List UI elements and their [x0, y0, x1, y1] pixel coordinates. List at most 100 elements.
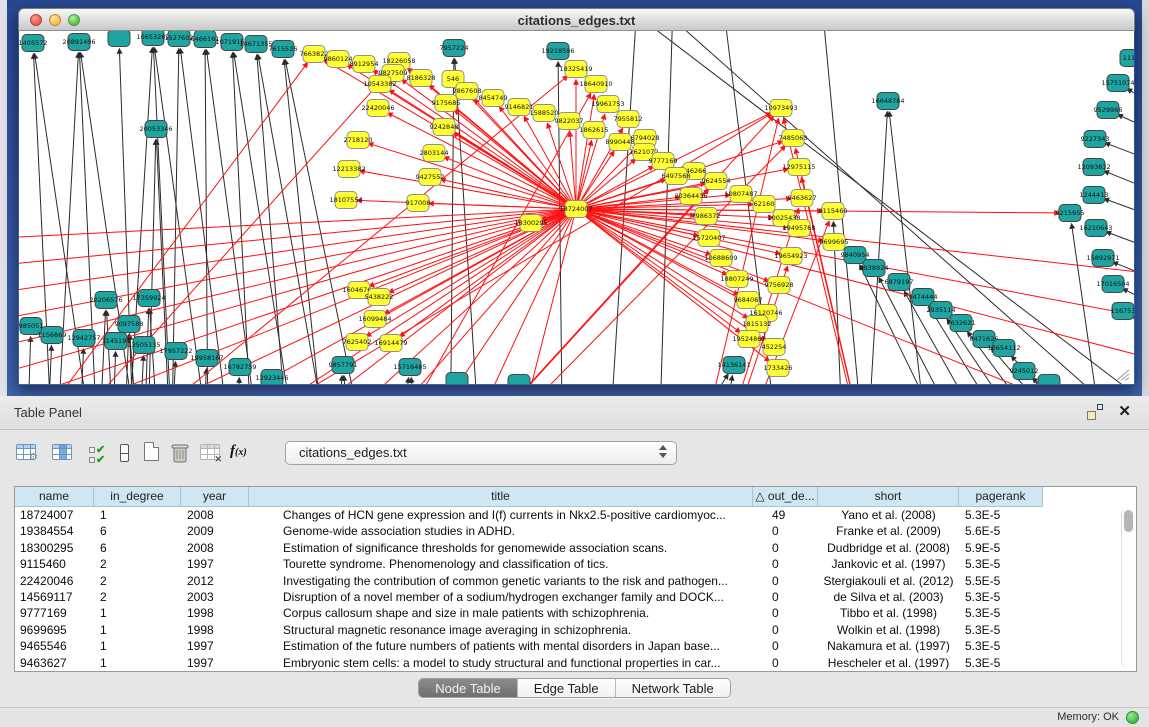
graph-node-yellow[interactable]: 18107554 [329, 192, 362, 209]
delete-icon[interactable] [170, 442, 196, 466]
graph-node-teal[interactable]: 6879197 [885, 274, 914, 291]
cell-out_de[interactable]: 0 [753, 638, 818, 654]
graph-node-teal[interactable]: 17957222 [159, 343, 192, 360]
cell-pagerank[interactable]: 5.6E-5 [959, 523, 1043, 539]
row-height-icon[interactable] [120, 444, 146, 468]
cell-pagerank[interactable]: 5.3E-5 [959, 638, 1043, 654]
graph-node-yellow[interactable]: 5438222 [365, 289, 394, 306]
cell-name[interactable]: 18724007 [15, 507, 94, 523]
graph-node-yellow[interactable]: 7625402 [343, 334, 372, 351]
cell-pagerank[interactable]: 5.5E-5 [959, 573, 1043, 589]
cell-in_degree[interactable]: 2 [94, 573, 181, 589]
tab-network-table[interactable]: Network Table [616, 679, 730, 697]
graph-node-yellow[interactable]: 16914479 [374, 335, 407, 352]
graph-node-teal[interactable]: 9215955 [1056, 205, 1085, 222]
graph-node-teal[interactable]: 7615526 [269, 41, 298, 58]
cell-name[interactable]: 22420046 [15, 573, 94, 589]
cell-title[interactable]: Genome-wide association studies in ADHD. [249, 523, 753, 539]
graph-node-yellow[interactable]: 8454749 [479, 90, 508, 107]
table-row[interactable]: 1456911722003Disruption of a novel membe… [15, 589, 1136, 605]
graph-node-yellow[interactable]: 18325419 [559, 61, 592, 78]
graph-node-yellow[interactable]: 19524861 [732, 331, 765, 348]
cell-out_de[interactable]: 0 [753, 655, 818, 671]
cell-out_de[interactable]: 0 [753, 523, 818, 539]
table-selector-dropdown[interactable]: citations_edges.txt [285, 441, 677, 465]
cell-year[interactable]: 2012 [181, 573, 249, 589]
graph-node-yellow[interactable]: 19961753 [591, 96, 624, 113]
column-header-name[interactable]: name [15, 487, 94, 507]
cell-out_de[interactable]: 0 [753, 573, 818, 589]
cell-name[interactable]: 9115460 [15, 556, 94, 572]
cell-pagerank[interactable]: 5.3E-5 [959, 589, 1043, 605]
graph-node-yellow[interactable]: 12213382 [332, 161, 365, 178]
cell-in_degree[interactable]: 6 [94, 540, 181, 556]
cell-name[interactable]: 9465546 [15, 638, 94, 654]
graph-node-yellow[interactable]: 9699695 [820, 234, 849, 251]
graph-node-yellow[interactable]: 1862615 [580, 122, 609, 139]
graph-node-teal[interactable]: 8938924 [860, 260, 889, 277]
network-canvas[interactable]: 1872400718300295766382298601248912954182… [19, 31, 1134, 384]
cell-title[interactable]: Estimation of the future numbers of pati… [249, 638, 753, 654]
cell-short[interactable]: Wolkin et al. (1998) [818, 622, 959, 638]
column-header-pagerank[interactable]: pagerank [959, 487, 1043, 507]
graph-node-teal[interactable]: 1244413 [1080, 187, 1109, 204]
graph-node-teal[interactable]: 9529966 [1094, 102, 1123, 119]
new-file-icon[interactable] [144, 442, 170, 466]
graph-node-yellow[interactable]: 9242848 [430, 119, 459, 136]
graph-node-teal[interactable]: 16648784 [871, 93, 904, 110]
column-header-short[interactable]: short [818, 487, 959, 507]
cell-year[interactable]: 2008 [181, 540, 249, 556]
cell-pagerank[interactable]: 5.3E-5 [959, 655, 1043, 671]
cell-out_de[interactable]: 49 [753, 507, 818, 523]
graph-node-yellow[interactable]: 20364436 [674, 188, 707, 205]
graph-node-yellow[interactable]: 1815132 [743, 316, 772, 333]
graph-node-teal[interactable]: 12093832 [1077, 159, 1110, 176]
cell-title[interactable]: Tourette syndrome. Phenomenology and cla… [249, 556, 753, 572]
canvas-resize-grip[interactable] [1115, 368, 1131, 381]
table-row[interactable]: 1830029562008Estimation of significance … [15, 540, 1136, 556]
function-icon[interactable]: f(x) [230, 443, 256, 467]
close-panel-icon[interactable]: ✕ [1118, 402, 1131, 420]
citation-network-graph[interactable]: 1872400718300295766382298601248912954182… [19, 31, 1134, 384]
cell-short[interactable]: Yano et al. (2008) [818, 507, 959, 523]
cell-in_degree[interactable]: 1 [94, 622, 181, 638]
table-settings-icon[interactable]: ⚙ [16, 444, 42, 468]
graph-node-teal[interactable] [108, 31, 130, 47]
graph-node-yellow[interactable]: 2803144 [420, 145, 449, 162]
column-header-in_degree[interactable]: in_degree [94, 487, 181, 507]
float-panel-icon[interactable] [1087, 404, 1103, 420]
column-header-year[interactable]: year [181, 487, 249, 507]
column-header-title[interactable]: title [249, 487, 753, 507]
cell-in_degree[interactable]: 6 [94, 523, 181, 539]
cell-title[interactable]: Corpus callosum shape and size in male p… [249, 605, 753, 621]
graph-node-yellow[interactable]: 7485063 [779, 130, 808, 147]
cell-short[interactable]: Jankovic et al. (1997) [818, 556, 959, 572]
cell-name[interactable]: 9699695 [15, 622, 94, 638]
graph-node-yellow[interactable]: 62160 [753, 196, 775, 213]
cell-name[interactable]: 18300295 [15, 540, 94, 556]
cell-name[interactable]: 9777169 [15, 605, 94, 621]
table-row[interactable]: 946362711997Embryonic stem cells: a mode… [15, 655, 1136, 671]
graph-node-yellow[interactable]: 9860124 [324, 51, 353, 68]
graph-node-teal[interactable]: 15892971 [1086, 250, 1119, 267]
cell-title[interactable]: Disruption of a novel member of a sodium… [249, 589, 753, 605]
cell-name[interactable]: 14569117 [15, 589, 94, 605]
graph-node-teal[interactable]: 9245012 [1010, 363, 1039, 380]
column-header-out_de[interactable]: △ out_de... [753, 487, 818, 507]
cell-short[interactable]: Hescheler et al. (1997) [818, 655, 959, 671]
graph-node-teal[interactable]: 1156869 [38, 327, 67, 344]
scrollbar-thumb[interactable] [1124, 510, 1133, 532]
graph-node-yellow[interactable]: 8186328 [407, 70, 436, 87]
table-row[interactable]: 946554611997Estimation of the future num… [15, 638, 1136, 654]
graph-node-yellow[interactable]: 6497568 [662, 168, 691, 185]
graph-node-yellow[interactable]: 12975115 [782, 159, 815, 176]
select-column-icon[interactable] [52, 444, 78, 468]
cell-title[interactable]: Estimation of significance thresholds fo… [249, 540, 753, 556]
graph-node-yellow[interactable]: 452254 [762, 339, 787, 356]
cell-in_degree[interactable]: 1 [94, 655, 181, 671]
memory-status-icon[interactable] [1126, 711, 1139, 724]
graph-node-yellow[interactable]: 1733426 [764, 360, 793, 377]
graph-node-teal[interactable]: 12942757 [67, 330, 100, 347]
table-row[interactable]: 1872400712008Changes of HCN gene express… [15, 507, 1136, 523]
cell-pagerank[interactable]: 5.3E-5 [959, 507, 1043, 523]
